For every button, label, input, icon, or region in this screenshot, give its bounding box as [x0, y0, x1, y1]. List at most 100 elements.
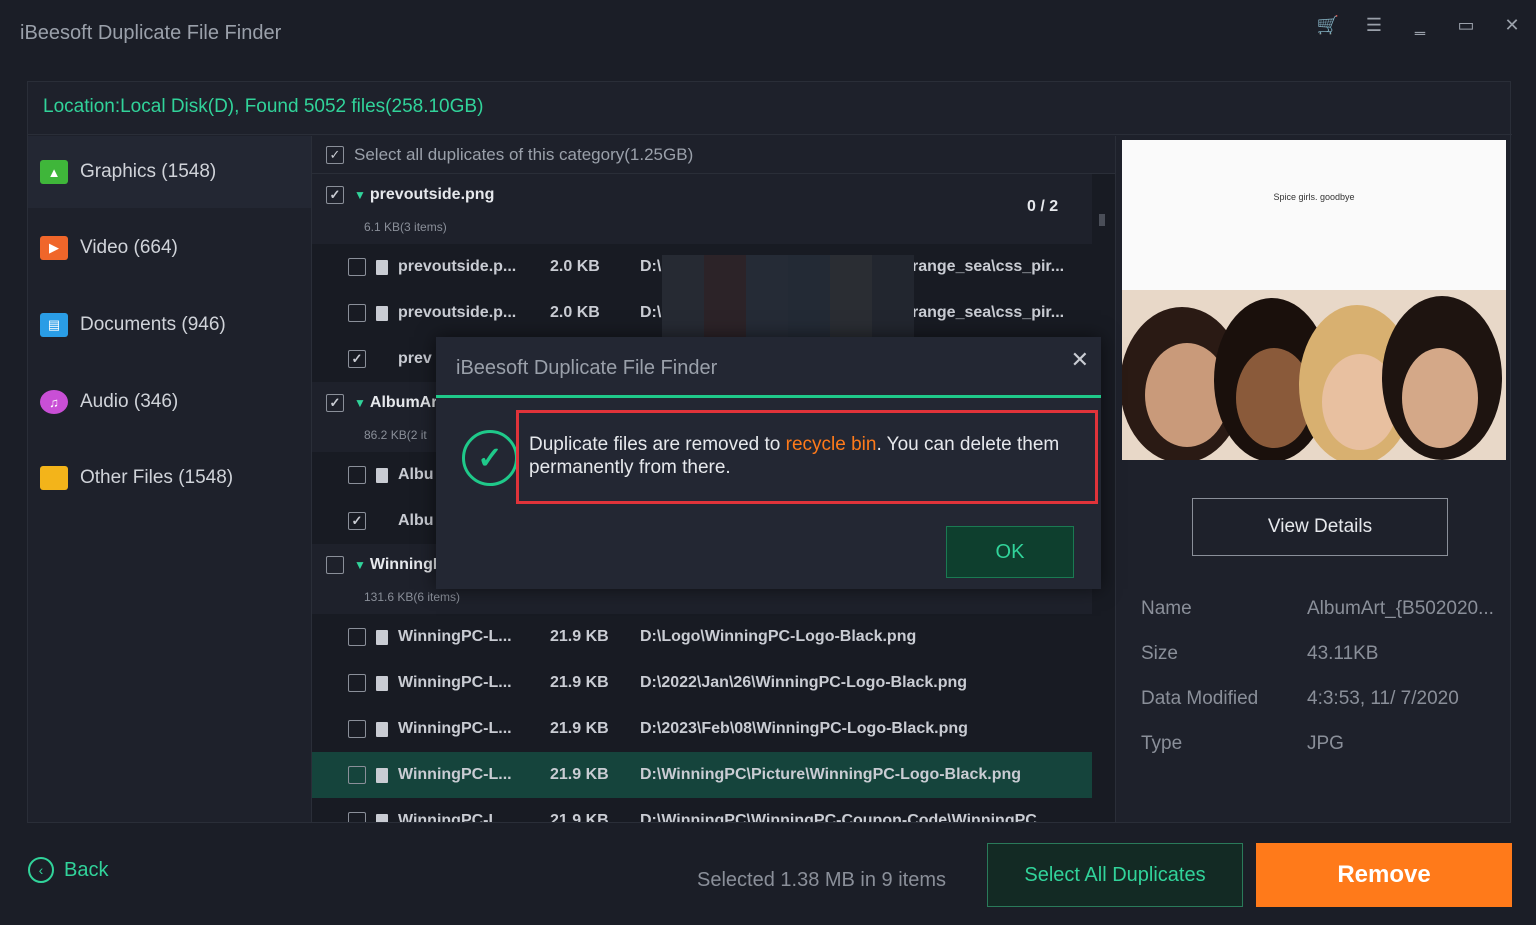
back-button[interactable]: ‹ Back: [28, 857, 108, 883]
app-title: iBeesoft Duplicate File Finder: [20, 22, 282, 44]
file-name: WinningPC-L...: [398, 766, 512, 783]
category-sidebar: ▲ Graphics (1548) ▶ Video (664) ▤ Docume…: [28, 136, 311, 822]
chevron-down-icon[interactable]: ▼: [354, 396, 366, 410]
file-row[interactable]: WinningPC-L... 21.9 KB D:\2022\Jan\26\Wi…: [312, 660, 1092, 706]
selection-summary: Selected 1.38 MB in 9 items: [697, 869, 947, 891]
file-size: 2.0 KB: [550, 258, 600, 275]
minimize-icon[interactable]: ‗: [1406, 12, 1434, 38]
duplicate-group[interactable]: ✓ ▼ prevoutside.png 6.1 KB(3 items) 0 / …: [312, 174, 1092, 244]
sidebar-item-audio[interactable]: ♫ Audio (346): [28, 366, 311, 438]
preview-panel: Spice girls. goodbye View Details Name A…: [1115, 136, 1510, 822]
album-art-photo: [1122, 290, 1506, 460]
file-row[interactable]: WinningPC-L... 21.9 KB D:\2023\Feb\08\Wi…: [312, 706, 1092, 752]
divider: [28, 134, 1512, 135]
info-value: AlbumArt_{B502020...: [1307, 598, 1494, 619]
group-header: ✓ ▼ prevoutside.png: [326, 186, 494, 204]
file-name: WinningPC-L...: [398, 812, 512, 822]
group-name: prevoutside.png: [369, 186, 495, 203]
group-size: 86.2 KB(2 it: [364, 428, 427, 442]
file-checkbox[interactable]: [348, 812, 366, 822]
ok-button[interactable]: OK: [946, 526, 1074, 578]
maximize-icon[interactable]: ▭: [1452, 12, 1480, 38]
confirmation-dialog: iBeesoft Duplicate File Finder ✕ ✓ Dupli…: [436, 337, 1101, 589]
file-path-end: range_sea\css_pir...: [912, 258, 1065, 275]
sidebar-item-video[interactable]: ▶ Video (664): [28, 212, 311, 284]
sidebar-item-graphics[interactable]: ▲ Graphics (1548): [28, 136, 311, 208]
close-icon[interactable]: ✕: [1071, 347, 1089, 373]
file-path: D:\Logo\WinningPC-Logo-Black.png: [640, 628, 917, 645]
file-size: 21.9 KB: [550, 812, 609, 822]
sidebar-item-other-files[interactable]: Other Files (1548): [28, 442, 311, 514]
group-count: 0 / 2: [1027, 198, 1059, 215]
close-icon[interactable]: ✕: [1498, 12, 1526, 38]
file-path-start: D:\: [640, 304, 662, 321]
group-name: AlbumArt: [369, 394, 443, 411]
file-checkbox[interactable]: [348, 766, 366, 784]
file-checkbox[interactable]: [348, 304, 366, 322]
info-value: 43.11KB: [1307, 643, 1379, 664]
group-name: WinningP: [369, 556, 444, 573]
recycle-bin-highlight: recycle bin: [785, 434, 877, 455]
remove-button[interactable]: Remove: [1256, 843, 1512, 907]
select-all-category[interactable]: ✓ Select all duplicates of this category…: [312, 136, 1115, 174]
info-key: Data Modified: [1141, 688, 1259, 709]
group-checkbox[interactable]: ✓: [326, 394, 344, 412]
file-row[interactable]: WinningPC-L... 21.9 KB D:\Logo\WinningPC…: [312, 614, 1092, 660]
sidebar-item-label: Graphics (1548): [80, 161, 217, 182]
file-size: 2.0 KB: [550, 304, 600, 321]
document-icon: ▤: [40, 313, 68, 337]
file-path: D:\2023\Feb\08\WinningPC-Logo-Black.png: [640, 720, 968, 737]
file-icon: [376, 259, 388, 275]
image-icon: ▲: [40, 160, 68, 184]
sidebar-item-documents[interactable]: ▤ Documents (946): [28, 289, 311, 361]
group-size: 6.1 KB(3 items): [364, 220, 447, 234]
sidebar-item-label: Audio (346): [80, 391, 179, 412]
file-checkbox[interactable]: [348, 258, 366, 276]
file-path-start: D:\: [640, 258, 662, 275]
select-all-checkbox[interactable]: ✓: [326, 145, 344, 164]
select-all-duplicates-button[interactable]: Select All Duplicates: [987, 843, 1243, 907]
sidebar-item-label: Documents (946): [80, 314, 226, 335]
view-details-button[interactable]: View Details: [1192, 498, 1448, 556]
file-path: D:\WinningPC\Picture\WinningPC-Logo-Blac…: [640, 766, 1022, 783]
dialog-title: iBeesoft Duplicate File Finder: [456, 357, 718, 379]
select-all-label: Select all duplicates of this category(1…: [354, 144, 694, 164]
file-icon: [376, 721, 388, 737]
info-value: 4:3:53, 11/ 7/2020: [1307, 688, 1459, 709]
audio-icon: ♫: [40, 390, 68, 414]
file-checkbox[interactable]: [348, 720, 366, 738]
file-checkbox[interactable]: ✓: [348, 350, 366, 368]
info-value: JPG: [1307, 733, 1344, 754]
group-header: ✓ ▼ AlbumArt: [326, 394, 443, 412]
group-header: ▼ WinningP: [326, 556, 444, 574]
file-size: 21.9 KB: [550, 628, 609, 645]
file-name: WinningPC-L...: [398, 628, 512, 645]
arrow-left-icon: ‹: [28, 857, 54, 883]
footer-bar: ‹ Back Selected 1.38 MB in 9 items Selec…: [0, 823, 1536, 925]
group-checkbox[interactable]: [326, 556, 344, 574]
file-checkbox[interactable]: [348, 466, 366, 484]
file-icon: [376, 813, 388, 822]
file-checkbox[interactable]: [348, 628, 366, 646]
group-checkbox[interactable]: ✓: [326, 186, 344, 204]
sidebar-item-label: Other Files (1548): [80, 467, 234, 488]
file-row[interactable]: WinningPC-L... 21.9 KB D:\WinningPC\Winn…: [312, 798, 1092, 822]
info-key: Name: [1141, 598, 1192, 619]
file-name: prevoutside.p...: [398, 304, 517, 321]
chevron-down-icon[interactable]: ▼: [354, 188, 366, 202]
file-path: D:\2022\Jan\26\WinningPC-Logo-Black.png: [640, 674, 968, 691]
sidebar-item-label: Video (664): [80, 237, 178, 258]
file-checkbox[interactable]: ✓: [348, 512, 366, 530]
window-controls: 🛒 ☰ ‗ ▭ ✕: [1314, 12, 1526, 38]
menu-icon[interactable]: ☰: [1360, 12, 1388, 38]
file-checkbox[interactable]: [348, 674, 366, 692]
obscured-path-region: [662, 255, 914, 338]
file-size: 21.9 KB: [550, 720, 609, 737]
file-size: 21.9 KB: [550, 674, 609, 691]
chevron-down-icon[interactable]: ▼: [354, 558, 366, 572]
scrollbar-thumb[interactable]: [1099, 214, 1105, 226]
cart-icon[interactable]: 🛒: [1314, 12, 1342, 38]
file-icon: [376, 675, 388, 691]
file-row[interactable]: WinningPC-L... 21.9 KB D:\WinningPC\Pict…: [312, 752, 1092, 798]
file-icon: [376, 305, 388, 321]
